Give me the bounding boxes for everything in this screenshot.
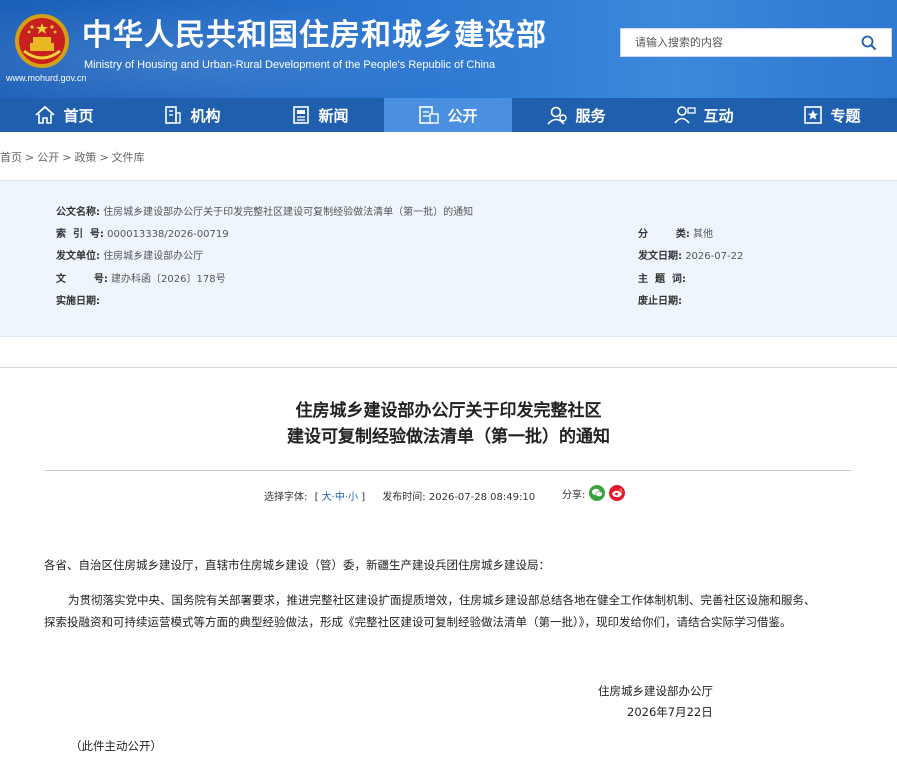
addressee-line: 各省、自治区住房城乡建设厅，直辖市住房城乡建设（管）委，新疆生产建设兵团住房城乡…	[44, 558, 550, 572]
site-header: www.mohurd.gov.cn 中华人民共和国住房和城乡建设部 Minist…	[0, 0, 897, 98]
article-title-line2: 建设可复制经验做法清单（第一批）的通知	[287, 427, 610, 447]
meta-subject-terms: 主 题 词:	[638, 274, 686, 285]
meta-issuer: 发文单位: 住房城乡建设部办公厅	[56, 251, 204, 262]
body-paragraph-line2: 探索投融资和可持续运营模式等方面的典型经验做法，形成《完整社区建设可复制经验做法…	[44, 615, 792, 629]
national-emblem-icon[interactable]	[14, 13, 70, 69]
user-service-icon	[547, 106, 568, 125]
newspaper-icon	[293, 106, 310, 124]
nav-label: 公开	[447, 106, 478, 125]
article-tools: 选择字体: [ 大·中·小 ] 发布时间: 2026-07-28 08:49:1…	[264, 492, 536, 503]
wechat-share-icon[interactable]	[589, 485, 606, 501]
share-bar: 分享:	[562, 485, 626, 501]
font-size-small[interactable]: 小	[348, 492, 358, 503]
site-subtitle: Ministry of Housing and Urban-Rural Deve…	[84, 59, 496, 71]
public-disclosure-note: （此件主动公开）	[70, 739, 162, 753]
font-size-medium[interactable]: 中	[335, 492, 345, 503]
nav-label: 服务	[575, 106, 606, 125]
signature-date: 2026年7月22日	[627, 705, 713, 719]
font-select-label: 选择字体:	[264, 492, 308, 503]
breadcrumb-policy[interactable]: 政策	[74, 151, 96, 164]
breadcrumb-file-library[interactable]: 文件库	[112, 151, 145, 164]
nav-item-public[interactable]: 公开	[384, 98, 512, 132]
article-title: 住房城乡建设部办公厅关于印发完整社区 建设可复制经验做法清单（第一批）的通知	[0, 398, 897, 450]
nav-item-news[interactable]: 新闻	[256, 98, 384, 132]
breadcrumb-public[interactable]: 公开	[37, 151, 59, 164]
site-title: 中华人民共和国住房和城乡建设部	[82, 18, 547, 53]
search-button[interactable]	[847, 29, 891, 56]
nav-label: 互动	[703, 106, 734, 125]
font-size-large[interactable]: 大	[322, 492, 332, 503]
nav-item-institutions[interactable]: 机构	[128, 98, 256, 132]
breadcrumb-home[interactable]: 首页	[0, 151, 22, 164]
nav-item-interaction[interactable]: 互动	[640, 98, 768, 132]
weibo-share-icon[interactable]	[609, 485, 626, 501]
star-icon	[804, 106, 823, 124]
title-rule	[44, 470, 852, 471]
document-icon	[419, 106, 440, 124]
document-metadata-panel: 公文名称: 住房城乡建设部办公厅关于印发完整社区建设可复制经验做法清单（第一批）…	[0, 180, 897, 337]
search-input[interactable]	[621, 29, 857, 56]
people-chat-icon	[674, 106, 697, 124]
font-bracket-open: [	[314, 492, 319, 503]
main-nav: 首页 机构 新闻 公开 服务 互动 专题	[0, 98, 897, 132]
home-icon	[35, 105, 56, 124]
meta-issue-date: 发文日期: 2026-07-22	[638, 251, 744, 262]
share-label: 分享:	[562, 489, 586, 501]
font-bracket-close: ]	[361, 492, 366, 503]
nav-label: 专题	[830, 106, 861, 125]
body-paragraph-line1: 为贯彻落实党中央、国务院有关部署要求，推进完整社区建设扩面提质增效，住房城乡建设…	[68, 593, 816, 607]
meta-index: 索 引 号: 000013338/2026-00719	[56, 229, 229, 240]
nav-item-topics[interactable]: 专题	[768, 98, 896, 132]
section-divider	[0, 335, 897, 368]
publish-time: 2026-07-28 08:49:10	[428, 492, 536, 503]
signature-organization: 住房城乡建设部办公厅	[598, 684, 713, 698]
nav-label: 新闻	[318, 106, 349, 125]
nav-label: 机构	[190, 106, 221, 125]
meta-category: 分 类: 其他	[638, 229, 714, 240]
nav-label: 首页	[63, 106, 94, 125]
search-icon	[861, 35, 877, 50]
publish-label: 发布时间:	[382, 492, 426, 503]
meta-doc-number: 文 号: 建办科函〔2026〕178号	[56, 274, 226, 285]
building-icon	[165, 106, 182, 124]
breadcrumb: 首页 > 公开 > 政策 > 文件库	[0, 151, 145, 164]
site-url: www.mohurd.gov.cn	[6, 73, 87, 83]
article-title-line1: 住房城乡建设部办公厅关于印发完整社区	[295, 401, 602, 421]
nav-item-home[interactable]: 首页	[0, 98, 128, 132]
meta-doc-name: 公文名称: 住房城乡建设部办公厅关于印发完整社区建设可复制经验做法清单（第一批）…	[56, 207, 474, 218]
meta-implementation-date: 实施日期:	[56, 296, 100, 307]
meta-abolish-date: 废止日期:	[638, 296, 682, 307]
search-box	[620, 28, 892, 57]
nav-item-service[interactable]: 服务	[512, 98, 640, 132]
